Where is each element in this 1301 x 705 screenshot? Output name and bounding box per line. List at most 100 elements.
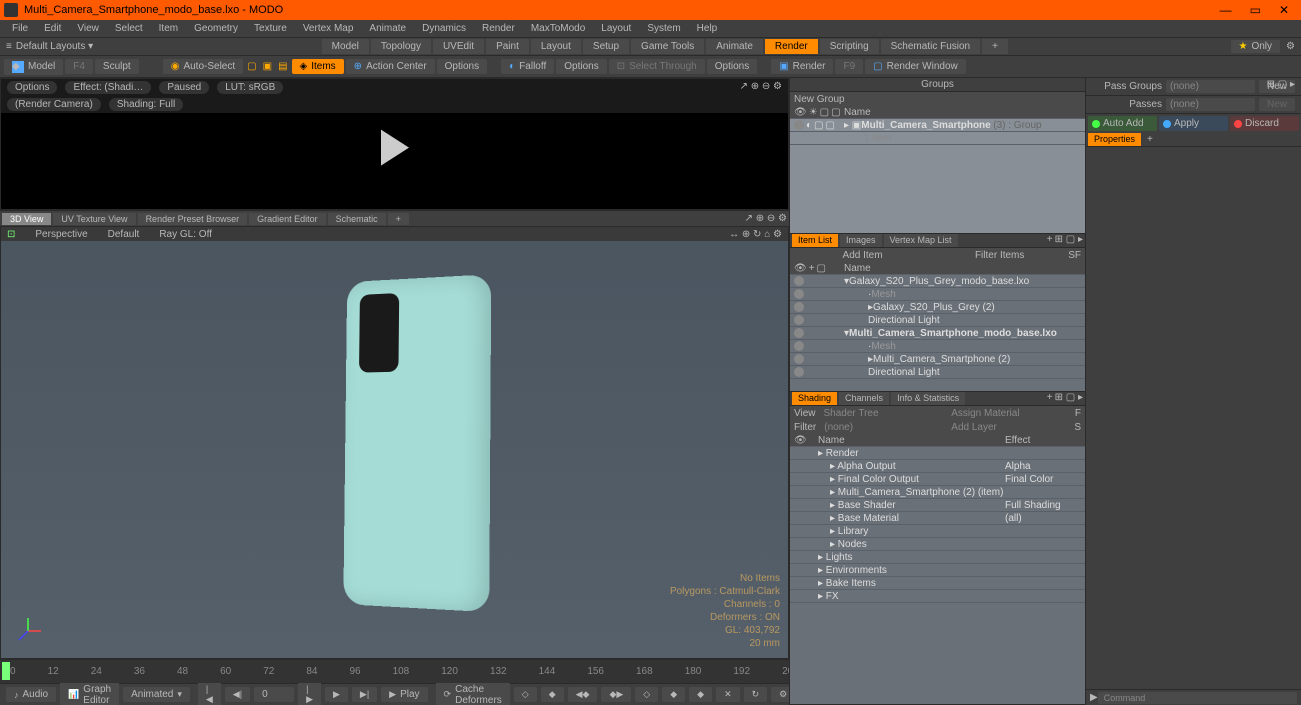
vp-perspective[interactable]: Perspective bbox=[35, 229, 87, 240]
menu-item[interactable]: Item bbox=[151, 21, 186, 36]
settings-button[interactable]: ⚙ Settings bbox=[771, 687, 789, 702]
menu-help[interactable]: Help bbox=[689, 21, 726, 36]
key-icon-3[interactable]: ◀◆ bbox=[568, 687, 598, 702]
vp-tab-gradient-editor[interactable]: Gradient Editor bbox=[249, 213, 326, 225]
minimize-button[interactable]: — bbox=[1220, 3, 1232, 17]
new-group-button[interactable]: New Group bbox=[790, 92, 1085, 106]
key-icon-1[interactable]: ◇ bbox=[514, 687, 537, 702]
play-icon[interactable] bbox=[381, 130, 409, 166]
menu-dynamics[interactable]: Dynamics bbox=[414, 21, 474, 36]
items-button[interactable]: ◈Items bbox=[292, 59, 344, 74]
cmd-icon[interactable]: ▶ bbox=[1090, 692, 1098, 703]
menu-system[interactable]: System bbox=[639, 21, 688, 36]
item-row[interactable]: ▸ Galaxy_S20_Plus_Grey (2) bbox=[790, 301, 1085, 314]
shader-row[interactable]: ▸ Nodes bbox=[790, 538, 1085, 551]
cache-deformers-button[interactable]: ⟳ Cache Deformers bbox=[436, 682, 510, 705]
f9-button[interactable]: F9 bbox=[835, 59, 863, 74]
maximize-button[interactable]: ▭ bbox=[1250, 3, 1261, 17]
render-preview[interactable]: Options Effect: (Shadi… Paused LUT: sRGB… bbox=[0, 78, 789, 210]
render-window-button[interactable]: ▢Render Window bbox=[865, 59, 966, 74]
render-effect[interactable]: Effect: (Shadi… bbox=[65, 81, 151, 94]
key-icon-4[interactable]: ◆▶ bbox=[601, 687, 631, 702]
item-row[interactable]: ▸ Multi_Camera_Smartphone (2) bbox=[790, 353, 1085, 366]
il-tab-item-list[interactable]: Item List bbox=[792, 234, 838, 247]
menu-select[interactable]: Select bbox=[107, 21, 151, 36]
menu-animate[interactable]: Animate bbox=[361, 21, 414, 36]
layout-tab-render[interactable]: Render bbox=[765, 39, 818, 54]
axis-gizmo[interactable] bbox=[13, 616, 43, 646]
action-center-button[interactable]: ⊕Action Center bbox=[346, 59, 435, 74]
properties-plus[interactable]: + bbox=[1143, 133, 1157, 146]
menu-maxtomodo[interactable]: MaxToModo bbox=[523, 21, 593, 36]
passes-new-button[interactable]: New bbox=[1259, 98, 1295, 111]
render-camera[interactable]: (Render Camera) bbox=[7, 98, 101, 111]
menu-layout[interactable]: Layout bbox=[593, 21, 639, 36]
options-button-2[interactable]: Options bbox=[556, 59, 606, 74]
il-tab-images[interactable]: Images bbox=[840, 234, 882, 247]
add-layer-dropdown[interactable]: Add Layer bbox=[947, 421, 1070, 434]
sh-s[interactable]: S bbox=[1074, 422, 1081, 433]
shader-row[interactable]: ▸ Environments bbox=[790, 564, 1085, 577]
discard-button[interactable]: Discard bbox=[1230, 116, 1299, 131]
menu-vertex-map[interactable]: Vertex Map bbox=[295, 21, 362, 36]
shader-filter-dropdown[interactable]: (none) bbox=[820, 421, 943, 434]
menu-texture[interactable]: Texture bbox=[246, 21, 295, 36]
sh-tab-info-&-statistics[interactable]: Info & Statistics bbox=[891, 392, 965, 405]
render-button[interactable]: ▣Render bbox=[771, 59, 833, 74]
gear-icon[interactable]: ⚙ bbox=[1286, 41, 1295, 52]
menu-file[interactable]: File bbox=[4, 21, 36, 36]
il-s[interactable]: S bbox=[1068, 250, 1075, 261]
falloff-button[interactable]: ◐Falloff bbox=[501, 59, 554, 74]
key-icon-7[interactable]: ◆ bbox=[689, 687, 712, 702]
il-tab-vertex-map-list[interactable]: Vertex Map List bbox=[884, 234, 958, 247]
step-fwd-button[interactable]: |▶ bbox=[298, 682, 321, 705]
auto-add-button[interactable]: Auto Add bbox=[1088, 116, 1157, 131]
group-sub-row[interactable]: 1 Item bbox=[790, 132, 1085, 145]
menu-edit[interactable]: Edit bbox=[36, 21, 69, 36]
key-icon-8[interactable]: ✕ bbox=[716, 687, 740, 702]
render-shading[interactable]: Shading: Full bbox=[109, 98, 183, 111]
vp-corner-icons[interactable]: ↗ ⊕ ⊖ ⚙ bbox=[745, 213, 787, 224]
render-lut[interactable]: LUT: sRGB bbox=[217, 81, 283, 94]
shader-row[interactable]: ▸ Alpha OutputAlpha bbox=[790, 460, 1085, 473]
animated-dropdown[interactable]: Animated ▾ bbox=[123, 687, 190, 702]
goto-end-button[interactable]: ▶| bbox=[352, 687, 377, 702]
item-row[interactable]: Directional Light bbox=[790, 366, 1085, 379]
vp-tab-render-preset-browser[interactable]: Render Preset Browser bbox=[138, 213, 248, 225]
sh-f1[interactable]: F bbox=[1075, 408, 1081, 419]
shader-row[interactable]: ▸ Bake Items bbox=[790, 577, 1085, 590]
key-icon-9[interactable]: ↻ bbox=[744, 687, 768, 702]
sh-tab-shading[interactable]: Shading bbox=[792, 392, 837, 405]
shader-row[interactable]: ▸ Base ShaderFull Shading bbox=[790, 499, 1085, 512]
item-row[interactable]: Directional Light bbox=[790, 314, 1085, 327]
add-item-dropdown[interactable]: Add Item bbox=[794, 250, 931, 261]
key-icon-6[interactable]: ◆ bbox=[662, 687, 685, 702]
filter-items-dropdown[interactable]: Filter Items bbox=[931, 250, 1068, 261]
shader-row[interactable]: ▸ Base Material(all) bbox=[790, 512, 1085, 525]
frame-field[interactable]: 0 bbox=[254, 687, 294, 702]
menu-geometry[interactable]: Geometry bbox=[186, 21, 246, 36]
viewport-3d[interactable]: ⊡ Perspective Default Ray GL: Off ↔ ⊕ ↻ … bbox=[0, 226, 789, 659]
vp-tab-schematic[interactable]: Schematic bbox=[328, 213, 386, 225]
options-button-3[interactable]: Options bbox=[707, 59, 757, 74]
apply-button[interactable]: Apply bbox=[1159, 116, 1228, 131]
vp-tab-uv-texture-view[interactable]: UV Texture View bbox=[53, 213, 135, 225]
step-back-button[interactable]: ◀| bbox=[225, 687, 250, 702]
default-layouts-dropdown[interactable]: Default Layouts ▾ bbox=[16, 41, 93, 52]
audio-button[interactable]: ♪ Audio bbox=[6, 687, 56, 702]
key-icon-2[interactable]: ◆ bbox=[541, 687, 564, 702]
shader-row[interactable]: ▸ Library bbox=[790, 525, 1085, 538]
il-f[interactable]: F bbox=[1075, 250, 1081, 261]
shader-row[interactable]: ▸ FX bbox=[790, 590, 1085, 603]
pass-groups-dropdown[interactable]: (none) bbox=[1166, 80, 1255, 93]
render-options[interactable]: Options bbox=[7, 81, 57, 94]
layout-tab-model[interactable]: Model bbox=[322, 39, 369, 54]
layout-tab-add[interactable]: + bbox=[982, 39, 1008, 54]
vp-default[interactable]: Default bbox=[108, 229, 140, 240]
close-button[interactable]: ✕ bbox=[1279, 3, 1289, 17]
shader-row[interactable]: ▸ Render bbox=[790, 447, 1085, 460]
sh-tab-channels[interactable]: Channels bbox=[839, 392, 889, 405]
model-button[interactable]: ◆Model bbox=[4, 59, 63, 75]
menu-view[interactable]: View bbox=[69, 21, 107, 36]
layout-tab-game-tools[interactable]: Game Tools bbox=[631, 39, 704, 54]
